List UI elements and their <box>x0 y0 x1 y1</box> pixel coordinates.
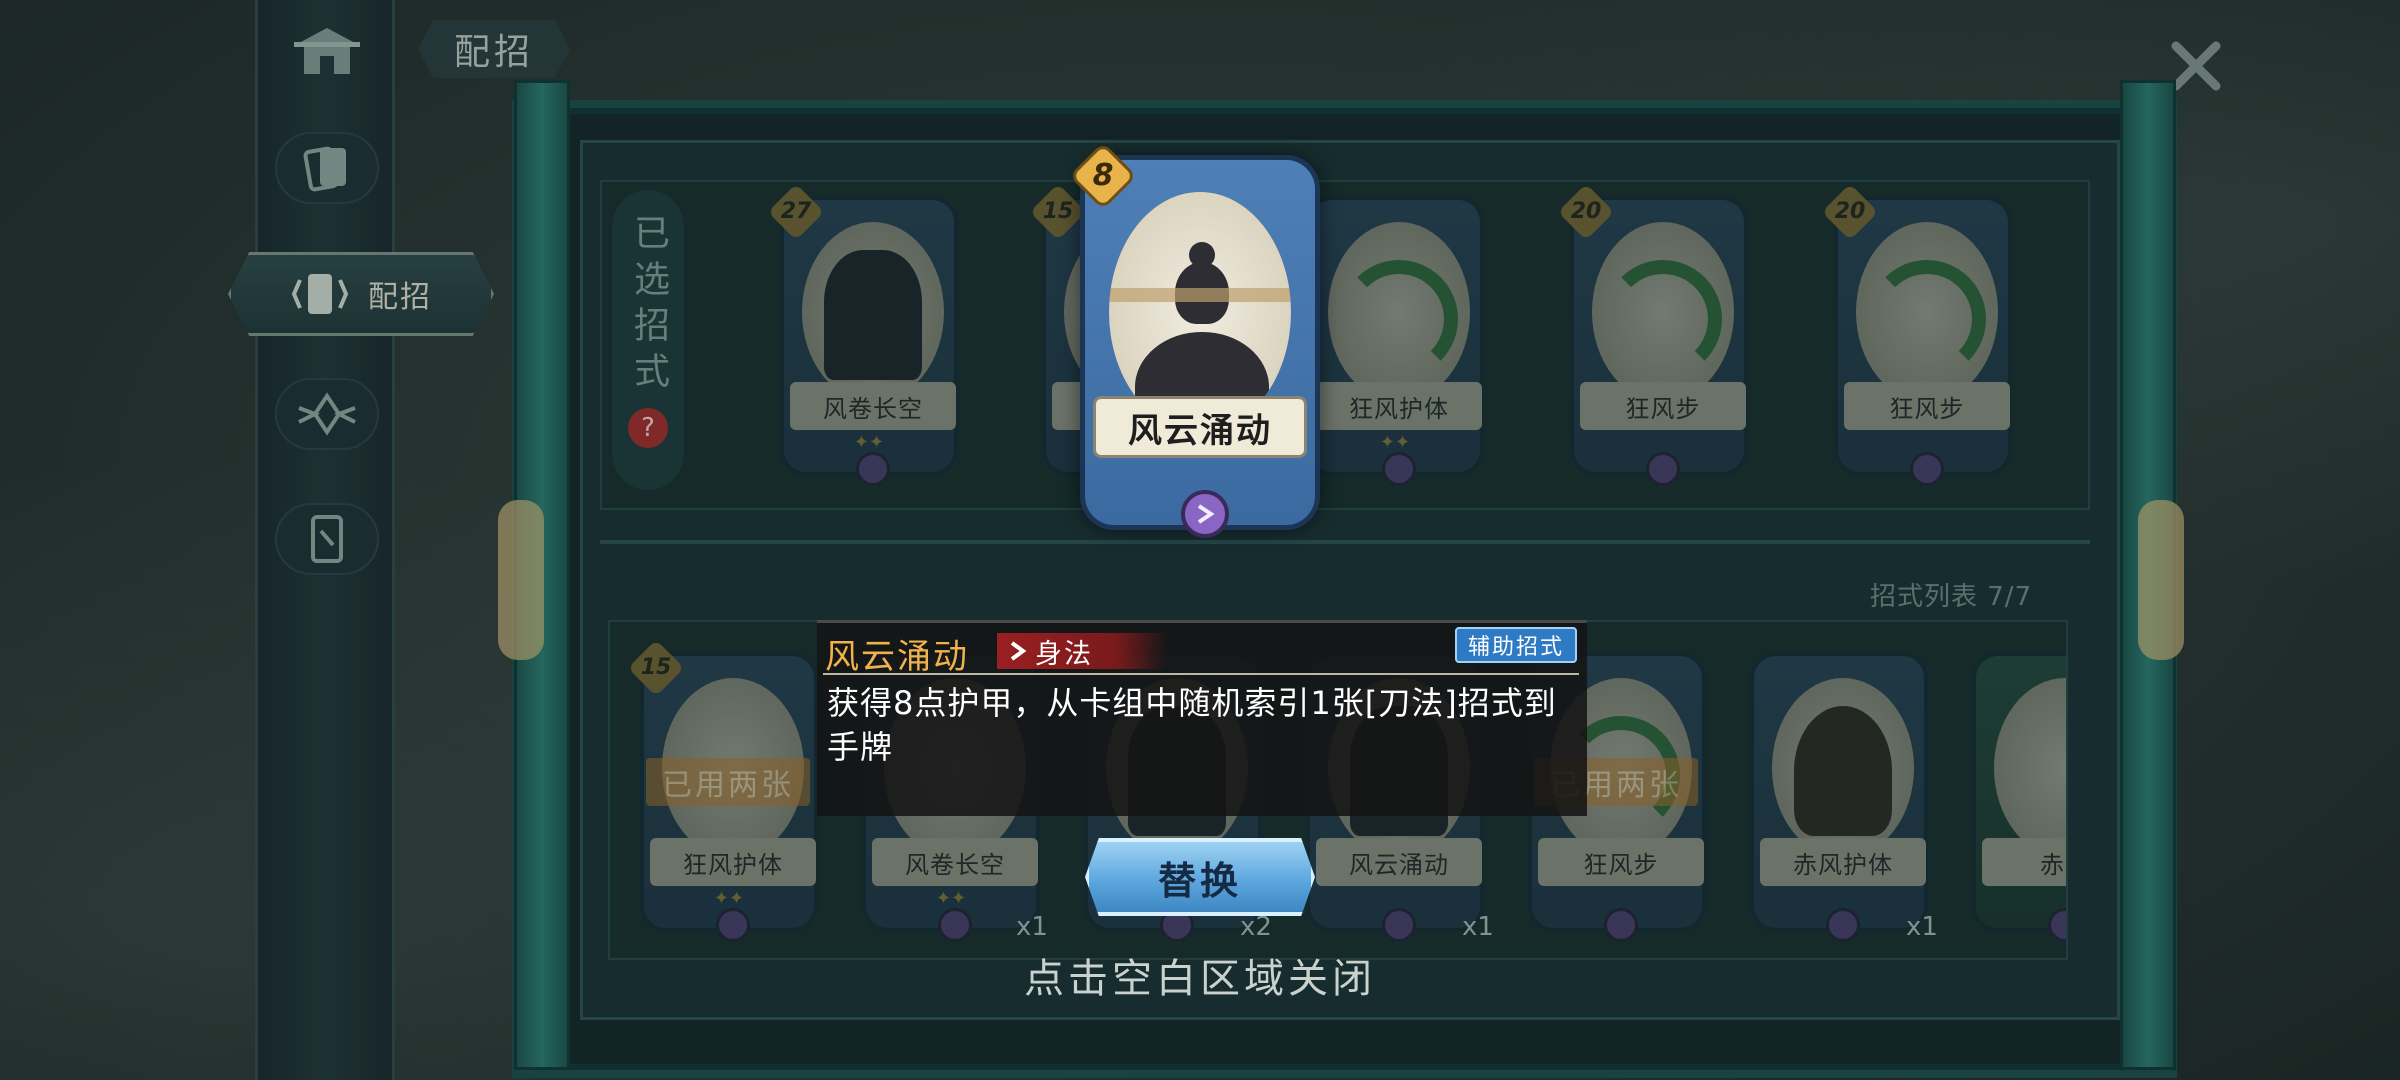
featured-card-name: 风云涌动 <box>1128 410 1272 451</box>
movement-icon <box>1181 490 1229 538</box>
featured-card-name-scroll: 风云涌动 <box>1093 396 1307 458</box>
support-tag: 辅助招式 <box>1455 627 1577 663</box>
tooltip-title: 风云涌动 <box>825 637 969 677</box>
featured-card[interactable]: 风云涌动 8 <box>1069 142 1320 538</box>
divider <box>823 673 1579 675</box>
replace-button[interactable]: 替换 <box>1085 838 1315 916</box>
card-detail-tooltip: 风云涌动 身法 辅助招式 获得8点护甲，从卡组中随机索引1张[刀法]招式到手牌 <box>817 620 1587 816</box>
card-type-badge: 身法 <box>997 633 1167 670</box>
movement-icon <box>1010 641 1027 661</box>
tooltip-description: 获得8点护甲，从卡组中随机索引1张[刀法]招式到手牌 <box>827 684 1557 766</box>
close-hint: 点击空白区域关闭 <box>1024 956 1376 1002</box>
